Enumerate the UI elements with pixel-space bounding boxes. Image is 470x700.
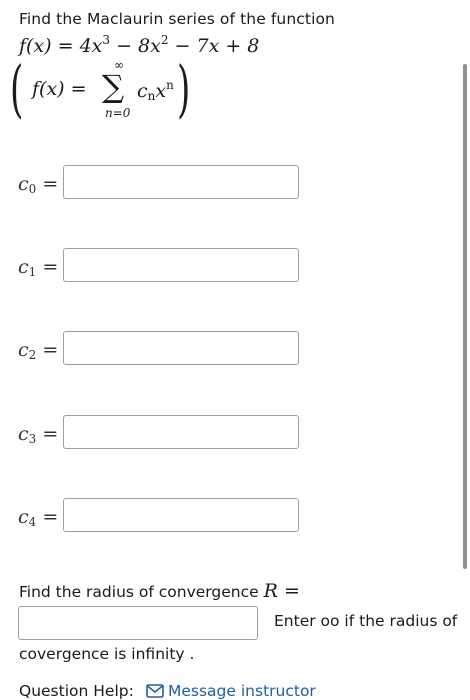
left-paren: ( bbox=[10, 52, 24, 125]
question-prompt: Find the Maclaurin series of the functio… bbox=[19, 10, 335, 28]
sigma-symbol: ∑ bbox=[102, 69, 125, 105]
series-definition: ( f(x) = ∞ ∑ n=0 cnxn ) bbox=[4, 58, 204, 126]
radius-hint-line-1: Enter oo if the radius of bbox=[274, 612, 458, 630]
coefficient-input-c0[interactable] bbox=[63, 165, 299, 199]
envelope-icon bbox=[146, 682, 168, 700]
coefficient-label-c3: c3 = bbox=[18, 423, 59, 446]
term-2: − 8x bbox=[110, 35, 161, 57]
radius-symbol: R bbox=[263, 580, 278, 602]
message-instructor-link[interactable]: Message instructor bbox=[146, 682, 316, 700]
term-1-exp: 3 bbox=[102, 33, 111, 47]
coefficient-input-c3[interactable] bbox=[63, 415, 299, 449]
coefficient-label-c2: c2 = bbox=[18, 339, 59, 362]
scrollbar[interactable] bbox=[463, 64, 467, 569]
sum-lower-limit: n=0 bbox=[105, 106, 131, 120]
function-lhs: f(x) = bbox=[19, 35, 80, 57]
right-paren: ) bbox=[177, 52, 191, 125]
coefficient-input-c2[interactable] bbox=[63, 331, 299, 365]
question-help-label: Question Help: bbox=[19, 682, 134, 700]
coefficient-input-c4[interactable] bbox=[63, 498, 299, 532]
series-term: cnxn bbox=[137, 78, 174, 103]
coefficient-input-c1[interactable] bbox=[63, 248, 299, 282]
coefficient-label-c1: c1 = bbox=[18, 256, 59, 279]
radius-input[interactable] bbox=[18, 606, 258, 640]
term-1: 4x bbox=[79, 35, 103, 57]
coefficient-label-c4: c4 = bbox=[18, 506, 59, 529]
radius-prompt: Find the radius of convergence R = bbox=[19, 580, 300, 602]
series-lhs: f(x) = bbox=[32, 78, 87, 100]
radius-hint-line-2: covergence is infinity . bbox=[19, 645, 195, 663]
function-formula: f(x) = 4x3 − 8x2 − 7x + 8 bbox=[19, 33, 259, 57]
coefficient-label-c0: c0 = bbox=[18, 173, 59, 196]
message-instructor-label: Message instructor bbox=[168, 682, 316, 700]
